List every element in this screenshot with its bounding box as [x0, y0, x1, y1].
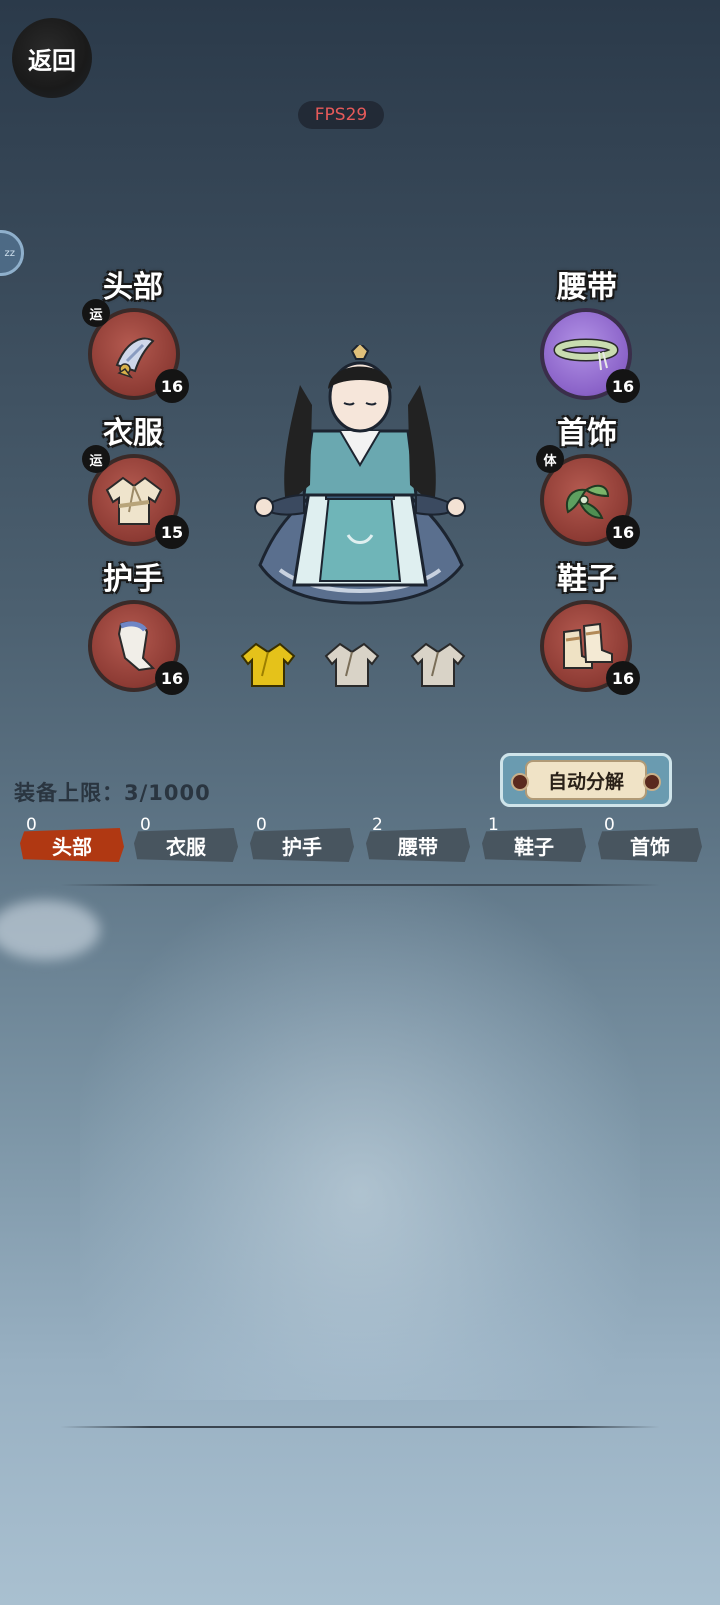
- auto-decompose-button[interactable]: 自动分解: [500, 753, 672, 807]
- back-button[interactable]: 返回: [12, 18, 92, 98]
- head-ornament-icon: [115, 337, 155, 379]
- slot-jewelry-tag: 体: [536, 445, 564, 473]
- jewelry-icon: [566, 484, 610, 520]
- fps-counter: FPS29: [298, 101, 384, 129]
- outfit-gold-icon[interactable]: [240, 640, 296, 690]
- slot-head-tag: 运: [82, 299, 110, 327]
- button-ornament-left: [511, 773, 529, 791]
- character-portrait: [254, 345, 466, 605]
- slot-label-clothes: 衣服: [103, 416, 163, 451]
- button-ornament-right: [643, 773, 661, 791]
- slot-head-level: 16: [155, 369, 189, 403]
- equipment-bag-list[interactable]: [60, 890, 660, 1420]
- slot-jewelry-level: 16: [606, 515, 640, 549]
- slot-clothes-level: 15: [155, 515, 189, 549]
- tab-head[interactable]: 头部: [20, 828, 124, 862]
- boots-icon: [563, 622, 613, 669]
- outfit-grey-icon[interactable]: [410, 640, 466, 690]
- slot-belt-level: 16: [606, 369, 640, 403]
- outfit-grey-icon[interactable]: [324, 640, 380, 690]
- slot-label-jewelry: 首饰: [557, 416, 617, 451]
- bracer-icon: [117, 621, 156, 672]
- tab-belt[interactable]: 腰带: [366, 828, 470, 862]
- slot-label-boots: 鞋子: [557, 562, 617, 597]
- bag-bottom-divider: [60, 1426, 660, 1428]
- tab-boots[interactable]: 鞋子: [482, 828, 586, 862]
- robe-icon: [105, 476, 163, 525]
- tab-bracer[interactable]: 护手: [250, 828, 354, 862]
- side-floating-bubble[interactable]: zz: [0, 230, 24, 276]
- slot-label-head: 头部: [103, 270, 163, 305]
- tab-clothes[interactable]: 衣服: [134, 828, 238, 862]
- slot-label-belt: 腰带: [557, 270, 617, 305]
- auto-decompose-label: 自动分解: [525, 760, 647, 800]
- bag-top-divider: [60, 884, 660, 886]
- equipment-limit-text: 装备上限：3/1000: [14, 781, 211, 805]
- slot-clothes-tag: 运: [82, 445, 110, 473]
- belt-icon: [553, 338, 619, 371]
- slot-label-bracer: 护手: [103, 562, 163, 597]
- slot-bracer-level: 16: [155, 661, 189, 695]
- slot-boots-level: 16: [606, 661, 640, 695]
- tab-jewelry[interactable]: 首饰: [598, 828, 702, 862]
